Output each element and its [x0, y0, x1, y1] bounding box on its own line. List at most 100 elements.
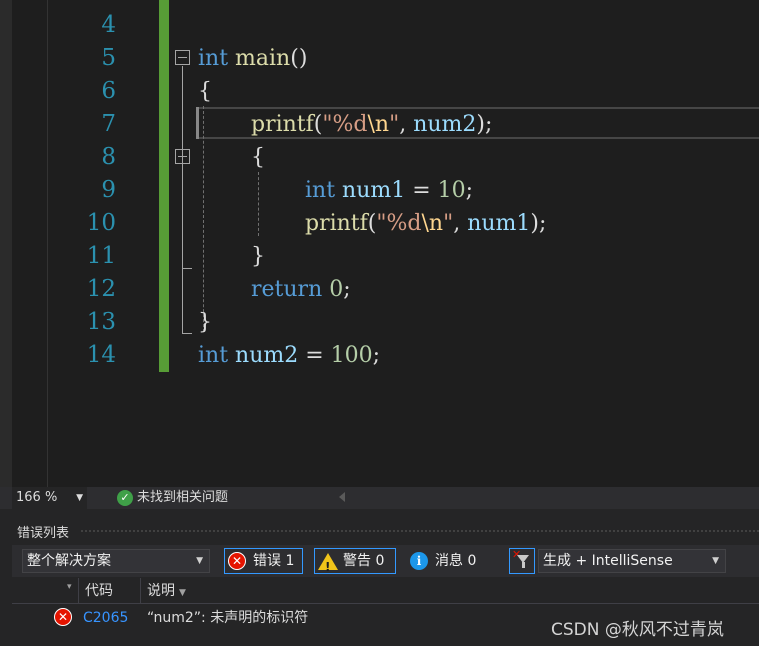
dropdown-arrow-icon: ▼ — [76, 493, 83, 503]
fold-collapse-icon[interactable] — [175, 50, 190, 65]
error-code-link[interactable]: C2065 — [83, 605, 128, 631]
punctuation: ); — [476, 112, 493, 137]
number-literal: 100 — [330, 343, 373, 368]
column-header-icon[interactable] — [12, 578, 44, 604]
code-line-9: int num1 = 10; — [305, 174, 473, 207]
column-code-label: 代码 — [85, 583, 113, 599]
editor-left-margin — [0, 0, 12, 487]
number-literal: 10 — [437, 178, 466, 203]
watermark: CSDN @秋风不过青岚 — [551, 620, 724, 640]
punctuation: ; — [372, 343, 381, 368]
string-literal: "%d — [376, 211, 422, 236]
column-header-description[interactable]: 说明 ▼ — [140, 578, 759, 604]
outline-guide-end — [182, 268, 192, 269]
scroll-left-arrow-icon[interactable] — [339, 492, 345, 502]
line-number: 9 — [101, 177, 116, 203]
string-literal: " — [389, 112, 400, 137]
punctuation: () — [290, 46, 308, 71]
warnings-filter-button[interactable]: ! 警告 0 — [314, 548, 396, 574]
line-number: 14 — [86, 342, 116, 368]
panel-grip — [80, 529, 759, 533]
punctuation: , — [453, 211, 468, 236]
brace: } — [198, 310, 212, 335]
punctuation: , — [399, 112, 414, 137]
line-number: 10 — [86, 210, 116, 236]
warnings-label: 警告 0 — [343, 553, 385, 569]
keyword: int — [305, 178, 336, 203]
brace: } — [251, 244, 265, 269]
scope-value: 整个解决方案 — [27, 553, 111, 569]
text-cursor — [196, 107, 199, 139]
messages-label: 消息 0 — [435, 553, 477, 569]
line-number: 7 — [101, 111, 116, 137]
keyword: return — [251, 277, 323, 302]
indent-guide — [258, 172, 259, 236]
keyword: int — [198, 46, 229, 71]
messages-filter-button[interactable]: i 消息 0 — [406, 548, 486, 574]
code-line-11: } — [251, 240, 265, 273]
escape-sequence: \n — [367, 112, 390, 137]
filter-funnel-stem — [522, 562, 525, 568]
code-line-6: { — [198, 75, 212, 108]
column-description-label: 说明 — [147, 583, 175, 599]
code-editor[interactable]: 4 5 6 7 8 9 10 11 12 13 14 int main() { … — [0, 0, 759, 487]
outline-guide-end — [182, 333, 192, 334]
operator: = — [298, 343, 331, 368]
filter-clear-button[interactable]: ✕ — [509, 548, 535, 574]
number-literal: 0 — [329, 277, 344, 302]
variable: num2 — [235, 343, 299, 368]
variable: num2 — [413, 112, 477, 137]
variable: num1 — [342, 178, 406, 203]
error-list-toolbar: 整个解决方案 ▼ ✕ 错误 1 ! 警告 0 i 消息 0 ✕ 生成 + Int… — [12, 545, 759, 577]
source-dropdown[interactable]: 生成 + IntelliSense ▼ — [538, 549, 726, 573]
line-number: 11 — [86, 243, 116, 269]
issues-status[interactable]: 未找到相关问题 — [137, 487, 228, 509]
error-icon: ✕ — [54, 608, 72, 626]
indent-guide — [203, 106, 204, 332]
source-value: 生成 + IntelliSense — [543, 553, 673, 569]
info-icon: i — [410, 552, 428, 570]
code-line-13: } — [198, 306, 212, 339]
gutter-separator — [47, 0, 48, 487]
string-literal: " — [443, 211, 454, 236]
dropdown-arrow-icon: ▼ — [179, 588, 186, 598]
errors-filter-button[interactable]: ✕ 错误 1 — [224, 548, 303, 574]
keyword: int — [198, 343, 229, 368]
punctuation: ); — [530, 211, 547, 236]
error-description: “num2”: 未声明的标识符 — [147, 610, 309, 626]
error-icon: ✕ — [228, 552, 246, 570]
line-number: 4 — [101, 12, 116, 38]
warning-icon: ! — [318, 553, 338, 574]
dropdown-arrow-icon: ▼ — [712, 556, 719, 566]
code-line-14: int num2 = 100; — [198, 339, 380, 372]
operator: = — [405, 178, 438, 203]
zoom-dropdown[interactable]: 166 % ▼ — [12, 487, 87, 509]
brace: { — [251, 145, 265, 170]
escape-sequence: \n — [421, 211, 444, 236]
punctuation: ; — [465, 178, 474, 203]
errors-label: 错误 1 — [253, 553, 295, 569]
code-line-8: { — [251, 141, 265, 174]
variable: num1 — [467, 211, 531, 236]
line-number: 8 — [101, 144, 116, 170]
punctuation: ; — [343, 277, 351, 302]
code-line-5: int main() — [198, 42, 307, 75]
change-tracking-bar — [159, 0, 169, 372]
editor-status-bar: 166 % ▼ ✓ 未找到相关问题 — [0, 487, 759, 509]
function-name: main — [235, 46, 291, 71]
line-number: 5 — [101, 45, 116, 71]
error-list-column-header: ▾ 代码 说明 ▼ — [12, 578, 759, 604]
code-line-10: printf("%d\n", num1); — [305, 207, 546, 240]
code-line-7: printf("%d\n", num2); — [251, 108, 492, 141]
line-number: 12 — [86, 276, 116, 302]
zoom-level: 166 % — [16, 490, 58, 505]
check-circle-icon: ✓ — [117, 490, 133, 506]
column-sort-icon: ▾ — [67, 582, 72, 592]
scope-dropdown[interactable]: 整个解决方案 ▼ — [22, 549, 210, 573]
line-number: 13 — [86, 309, 116, 335]
column-header-code[interactable]: 代码 — [78, 578, 140, 604]
panel-title: 错误列表 — [17, 526, 70, 541]
code-line-12: return 0; — [251, 273, 351, 306]
dropdown-arrow-icon: ▼ — [196, 556, 203, 566]
line-number: 6 — [101, 78, 116, 104]
